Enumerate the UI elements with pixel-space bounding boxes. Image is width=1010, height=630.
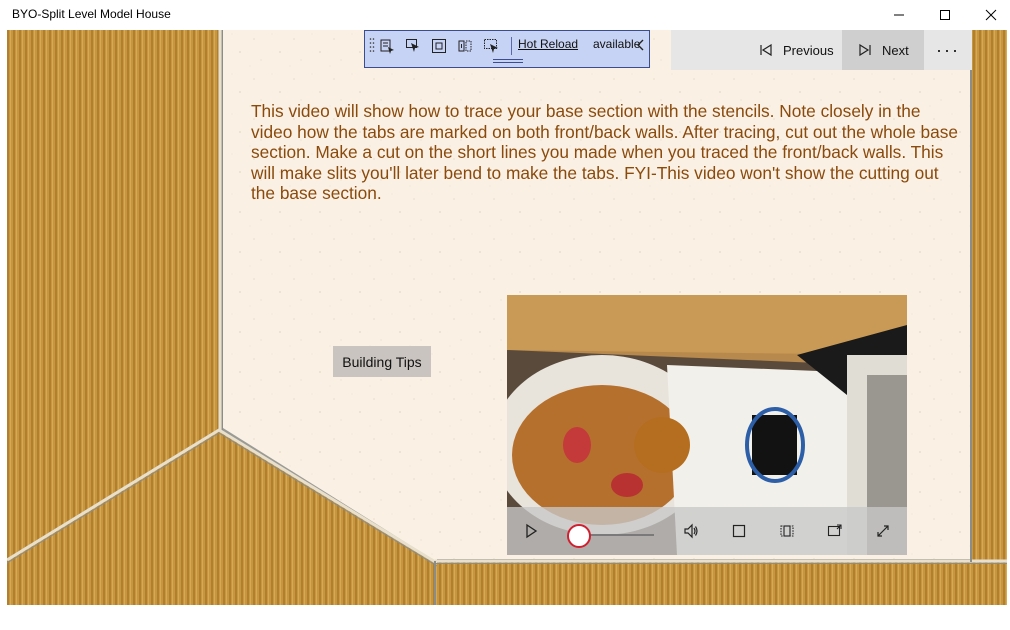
aspect-ratio-button[interactable] [775, 519, 799, 543]
next-button[interactable]: Next [842, 30, 924, 70]
close-button[interactable] [968, 0, 1010, 30]
track-focus-icon [458, 40, 472, 52]
next-icon [859, 43, 871, 57]
select-element-button[interactable] [403, 37, 423, 55]
toolbar-separator [511, 37, 512, 55]
minimize-button[interactable] [876, 0, 922, 30]
previous-button[interactable]: Previous [683, 30, 853, 70]
seek-bar[interactable] [589, 534, 654, 536]
track-focused-element-button[interactable] [455, 37, 475, 55]
volume-button[interactable] [679, 519, 703, 543]
next-label: Next [882, 42, 909, 58]
accessibility-check-button[interactable] [481, 37, 501, 55]
hot-reload-toolbar: Hot Reload available [364, 30, 650, 68]
hot-reload-status: available [593, 37, 641, 51]
fullscreen-button[interactable] [871, 519, 895, 543]
transport-controls [507, 507, 907, 555]
previous-icon [760, 43, 772, 57]
aspect-ratio-icon [780, 525, 794, 537]
building-tips-button[interactable]: Building Tips [333, 346, 431, 377]
select-element-icon [406, 39, 419, 52]
visual-tree-icon [380, 39, 394, 54]
video-player[interactable] [507, 295, 907, 555]
layout-adorners-icon [432, 39, 446, 53]
volume-icon [684, 523, 698, 539]
title-bar: BYO-Split Level Model House [0, 0, 1010, 30]
play-icon [526, 523, 538, 539]
live-visual-tree-button[interactable] [377, 37, 397, 55]
display-layout-adorners-button[interactable] [429, 37, 449, 55]
stop-button[interactable] [727, 519, 751, 543]
maximize-icon [940, 10, 950, 20]
app-content: This video will show how to trace your b… [7, 30, 1007, 605]
toolbar-drag-handle[interactable] [493, 59, 523, 63]
hot-reload-link[interactable]: Hot Reload [518, 37, 578, 51]
command-bar: Previous Next ··· [671, 30, 972, 70]
more-options-button[interactable]: ··· [924, 30, 972, 70]
seek-thumb[interactable] [567, 524, 591, 548]
accessibility-check-icon [484, 39, 498, 53]
collapse-toolbar-icon[interactable] [635, 38, 647, 52]
app-title: BYO-Split Level Model House [12, 7, 171, 21]
play-button[interactable] [519, 519, 543, 543]
cast-icon [827, 524, 842, 537]
instruction-text: This video will show how to trace your b… [251, 101, 959, 204]
minimize-icon [894, 14, 904, 16]
maximize-button[interactable] [922, 0, 968, 30]
fullscreen-icon [877, 525, 889, 537]
previous-label: Previous [783, 42, 834, 58]
cast-button[interactable] [823, 519, 847, 543]
stop-icon [732, 524, 746, 538]
drag-grip-icon[interactable] [369, 37, 375, 53]
window-bottom-edge [0, 605, 1010, 630]
close-icon [985, 9, 997, 21]
